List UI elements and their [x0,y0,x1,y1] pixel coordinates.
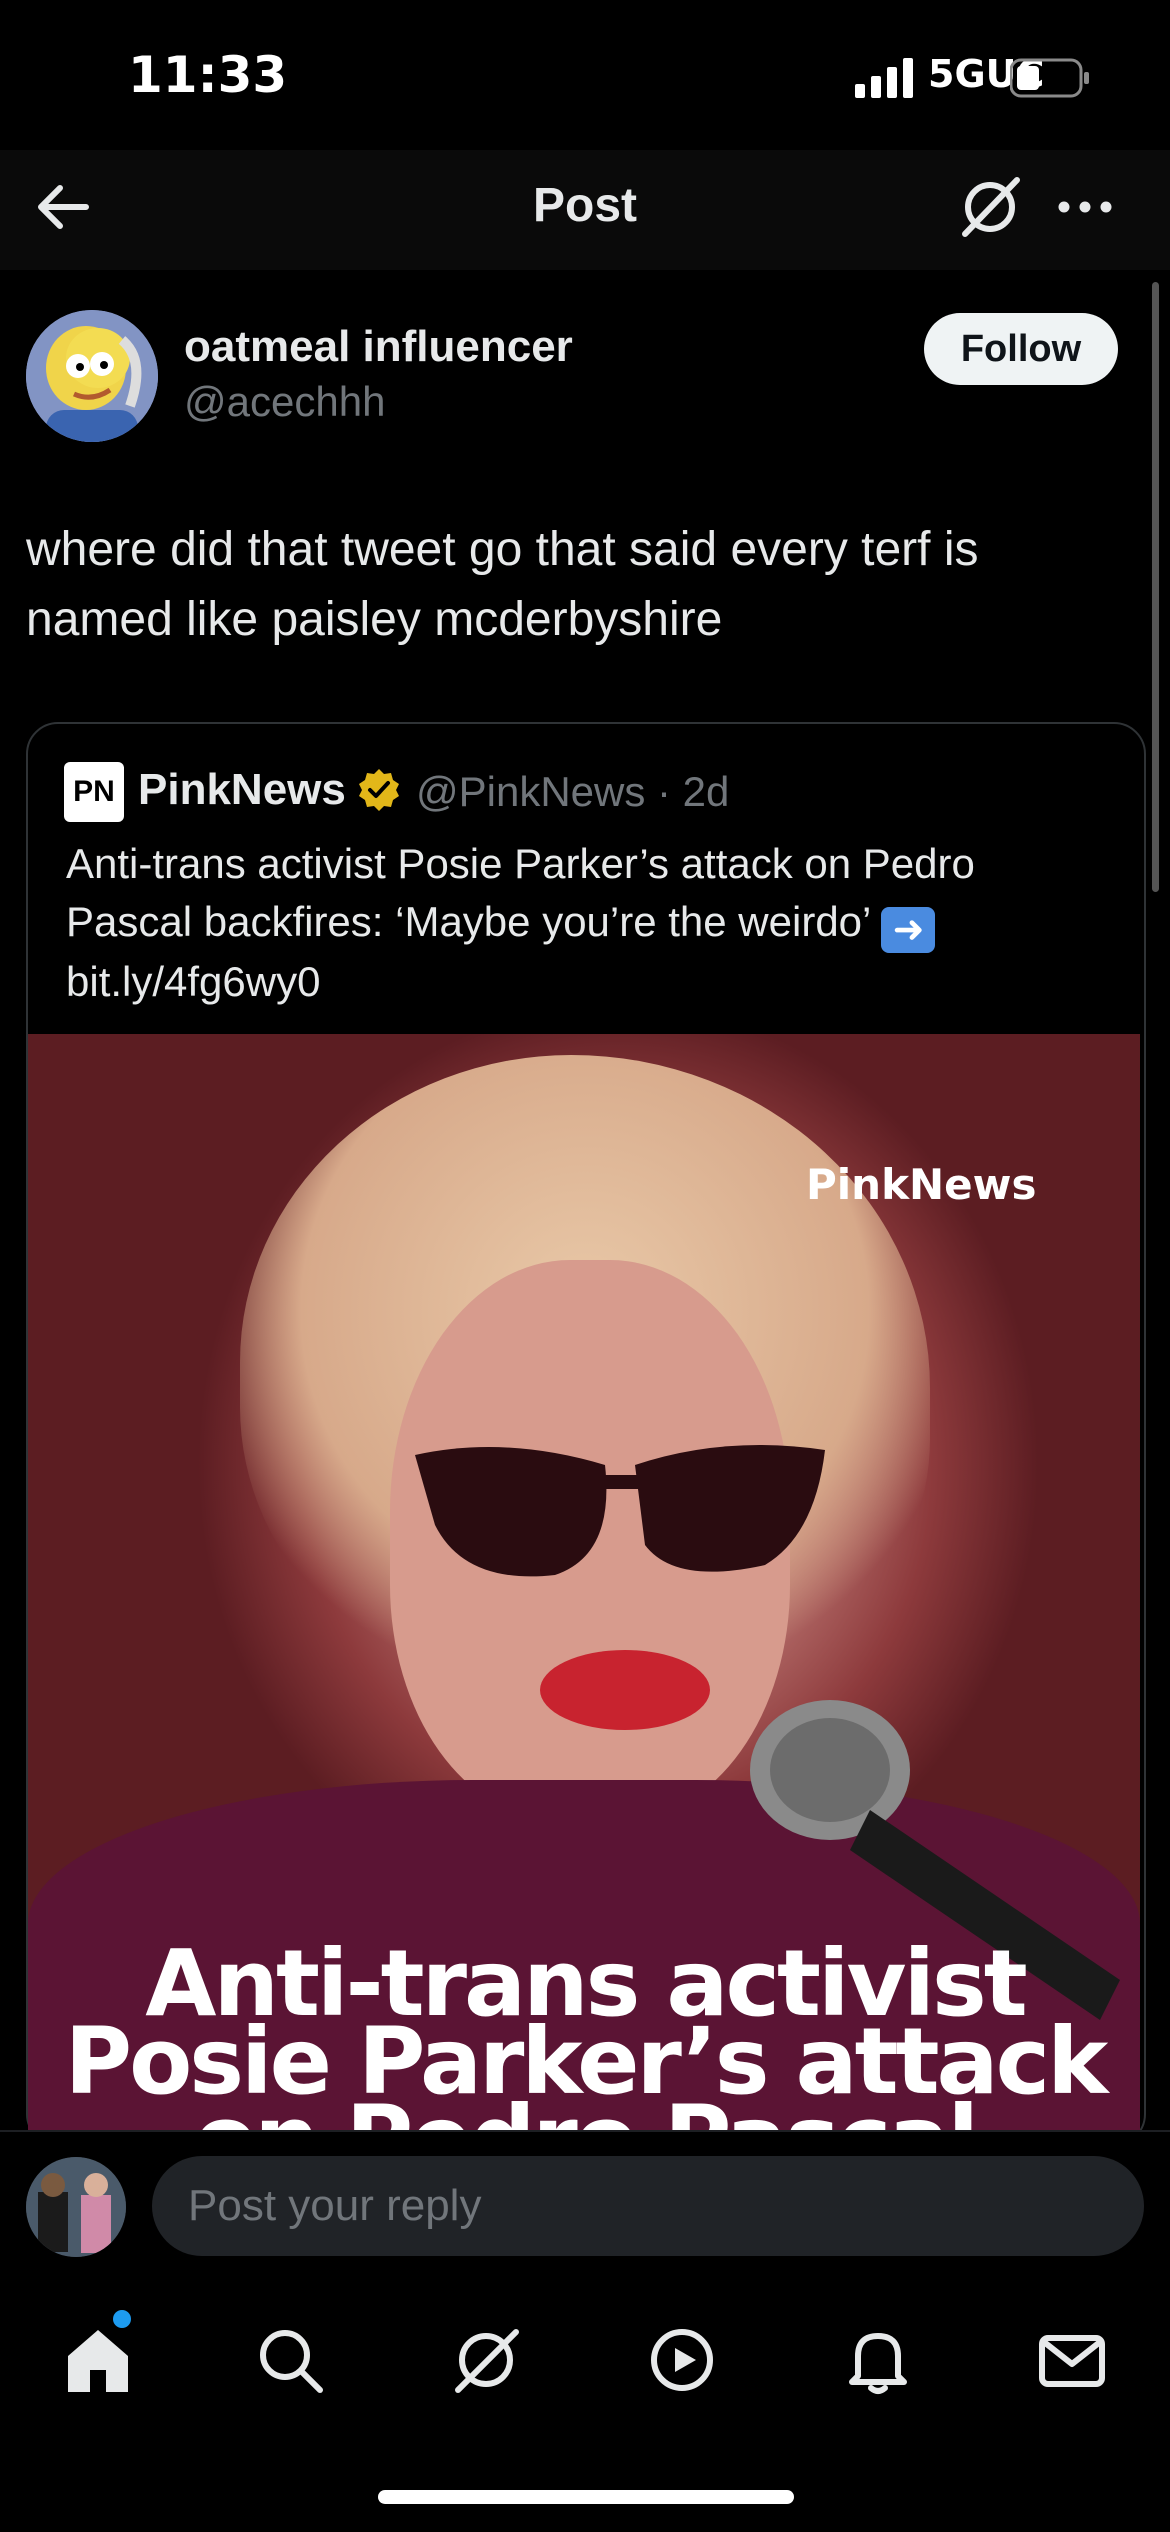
post-text: where did that tweet go that said every … [26,523,979,646]
media-lips-shape [540,1650,710,1730]
avatar-photo-image [26,2157,126,2257]
avatar-cartoon-image [26,310,158,442]
more-options-icon[interactable] [1050,172,1120,242]
status-time: 11:33 [128,46,288,104]
home-indicator[interactable] [378,2490,794,2504]
battery-icon [1010,58,1089,98]
grok-icon[interactable] [955,172,1025,242]
notification-dot [113,2310,131,2328]
search-icon[interactable] [250,2320,330,2400]
quoted-author-name[interactable]: PinkNews [138,765,346,815]
grok-icon[interactable] [446,2320,526,2400]
quoted-text-body: Anti-trans activist Posie Parker’s attac… [66,840,975,945]
follow-button[interactable]: Follow [924,313,1118,385]
scrollbar[interactable] [1152,282,1159,892]
author-display-name[interactable]: oatmeal influencer [184,322,573,372]
author-avatar[interactable] [26,310,158,442]
quoted-author-handle: @PinkNews · 2d [416,768,730,815]
cellular-signal-icon [855,58,913,98]
video-icon[interactable] [642,2320,722,2400]
notifications-icon[interactable] [838,2320,918,2400]
author-handle[interactable]: @acechhh [184,378,385,426]
messages-icon[interactable] [1032,2320,1112,2400]
right-arrow-emoji-icon: ➜ [881,907,936,953]
home-icon[interactable] [58,2320,138,2400]
quoted-post-text: Anti-trans activist Posie Parker’s attac… [66,835,1086,1011]
verified-badge-icon [359,769,399,811]
reply-input[interactable] [152,2156,1144,2256]
quoted-link[interactable]: bit.ly/4fg6wy0 [66,958,320,1005]
media-brand-logo: PinkNews [806,1160,1037,1209]
quoted-author-avatar[interactable]: PN [64,762,124,822]
media-sunglasses-shape [415,1445,825,1577]
current-user-avatar[interactable] [26,2157,126,2257]
